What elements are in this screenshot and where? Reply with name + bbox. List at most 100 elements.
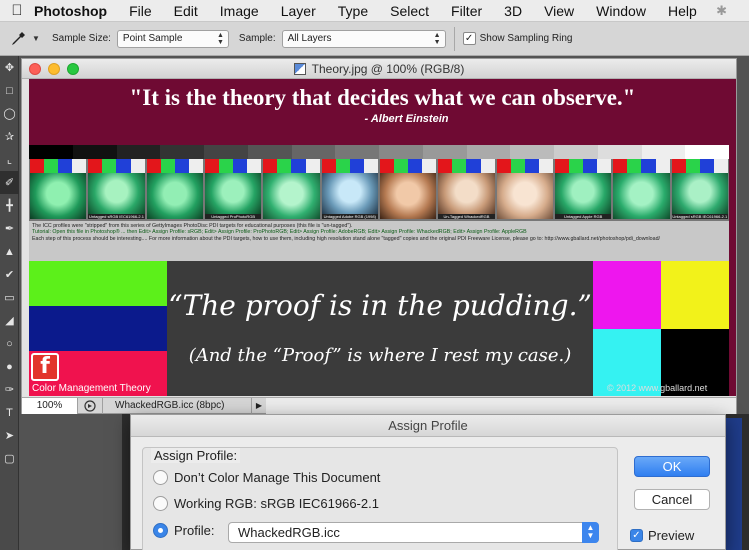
target-caption: The ICC profiles were "stripped" from th… — [29, 221, 729, 261]
menu-view[interactable]: View — [544, 3, 574, 19]
caption-line: Each step of this process should be inte… — [32, 235, 660, 242]
thumbnail-label: Untagged sRGB IEC61966-2.1 — [88, 214, 145, 219]
healing-tool-icon[interactable]: ╋ — [0, 194, 19, 217]
dont-color-manage-radio[interactable] — [153, 470, 168, 485]
show-sampling-ring-checkbox[interactable]: ✓ — [462, 32, 476, 45]
updown-icon: ▲ ▼ — [433, 31, 441, 46]
menu-help[interactable]: Help — [668, 3, 697, 19]
target-thumbnail: Untagged sRGB IEC61966-2.1 — [671, 159, 728, 219]
move-tool-icon[interactable]: ✥ — [0, 56, 19, 79]
document-titlebar[interactable]: Theory.jpg @ 100% (RGB/8) — [22, 59, 736, 79]
menu-3d[interactable]: 3D — [504, 3, 522, 19]
quick-select-tool-icon[interactable]: ✰ — [0, 125, 19, 148]
status-menu-arrow-icon[interactable]: ▶ — [252, 401, 266, 410]
apple-icon[interactable]:  — [0, 2, 34, 19]
target-thumbnail — [496, 159, 553, 219]
preview-option[interactable]: ✓ Preview — [630, 528, 694, 543]
profile-label: Profile: — [174, 523, 215, 538]
menu-image[interactable]: Image — [220, 3, 259, 19]
assign-profile-dialog: Assign Profile Assign Profile: Don’t Col… — [130, 414, 726, 550]
lasso-tool-icon[interactable]: ◯ — [0, 102, 19, 125]
einstein-quote: "It is the theory that decides what we c… — [129, 85, 636, 110]
menu-edit[interactable]: Edit — [174, 3, 198, 19]
eyedropper-tool-icon[interactable]: ✐ — [0, 171, 19, 194]
eraser-tool-icon[interactable]: ▭ — [0, 286, 19, 309]
sample-label: Sample: — [238, 33, 276, 44]
blur-tool-icon[interactable]: ○ — [0, 332, 19, 355]
zoom-window-button[interactable] — [67, 63, 79, 75]
menu-file[interactable]: File — [129, 3, 152, 19]
path-select-tool-icon[interactable]: ➤ — [0, 424, 19, 447]
menu-window[interactable]: Window — [596, 3, 646, 19]
divider — [453, 26, 455, 51]
sample-select[interactable]: All Layers ▲ ▼ — [281, 29, 446, 48]
target-thumbnail — [263, 159, 320, 219]
pudding-quote: “The proof is in the pudding.” — [168, 289, 592, 322]
tool-preset-chevron-down-icon[interactable]: ▼ — [32, 34, 42, 43]
copyright-text: © 2012 www.gballard.net — [607, 383, 708, 393]
minimize-window-button[interactable] — [48, 63, 60, 75]
sample-value: All Layers — [287, 33, 332, 44]
proof-quote: (And the “Proof” is where I rest my case… — [188, 345, 572, 366]
horizontal-scrollbar[interactable] — [266, 397, 736, 414]
grayscale-ramp — [29, 145, 729, 159]
image-canvas[interactable]: "It is the theory that decides what we c… — [29, 79, 736, 396]
target-thumbnail — [613, 159, 670, 219]
preview-label: Preview — [648, 528, 695, 543]
thumbnail-label: Untagged Adobe RGB (1998) — [321, 214, 378, 219]
marquee-tool-icon[interactable]: □ — [0, 79, 19, 102]
pen-tool-icon[interactable]: ✑ — [0, 378, 19, 401]
profile-radio[interactable] — [153, 523, 168, 538]
target-thumbnails: Untagged sRGB IEC61966-2.1 Untagged ProP… — [29, 159, 729, 219]
working-rgb-radio[interactable] — [153, 496, 168, 511]
target-thumbnail: Untagged sRGB IEC61966-2.1 — [88, 159, 145, 219]
pdi-target-strip: Untagged sRGB IEC61966-2.1 Untagged ProP… — [29, 145, 729, 261]
quote-author: - Albert Einstein — [364, 113, 449, 125]
magenta-block — [593, 261, 661, 329]
show-sampling-ring-label: Show Sampling Ring — [479, 33, 573, 44]
preview-checkbox[interactable]: ✓ — [630, 529, 643, 542]
bluetooth-icon[interactable]: ✱ — [716, 3, 727, 19]
gradient-tool-icon[interactable]: ◢ — [0, 309, 19, 332]
share-icon[interactable] — [82, 398, 98, 414]
target-thumbnail — [146, 159, 203, 219]
thumbnail-label: Un-Tagged WhackedRGB — [438, 214, 495, 219]
document-status-bar: 100% WhackedRGB.icc (8bpc) ▶ — [22, 397, 736, 414]
thumbnail-label: Untagged sRGB IEC61966-2.1 — [671, 214, 728, 219]
eyedropper-icon[interactable] — [4, 28, 32, 50]
menu-filter[interactable]: Filter — [451, 3, 482, 19]
dodge-tool-icon[interactable]: ● — [0, 355, 19, 378]
sample-size-label: Sample Size: — [52, 33, 111, 44]
cancel-button[interactable]: Cancel — [634, 489, 710, 510]
zoom-level-field[interactable]: 100% — [22, 397, 78, 414]
crop-tool-icon[interactable]: ⌞ — [0, 148, 19, 171]
dont-color-manage-label: Don’t Color Manage This Document — [174, 470, 381, 485]
shape-tool-icon[interactable]: ▢ — [0, 447, 19, 470]
document-title: Theory.jpg @ 100% (RGB/8) — [311, 61, 465, 76]
menu-select[interactable]: Select — [390, 3, 429, 19]
profile-option[interactable]: Profile: — [153, 523, 214, 538]
menu-layer[interactable]: Layer — [281, 3, 316, 19]
target-thumbnail: Untagged Adobe RGB (1998) — [321, 159, 378, 219]
stamp-tool-icon[interactable]: ▲ — [0, 240, 19, 263]
tools-panel: ✥ □ ◯ ✰ ⌞ ✐ ╋ ✒ ▲ ✔ ▭ ◢ ○ ● ✑ T ➤ ▢ — [0, 56, 19, 550]
type-tool-icon[interactable]: T — [0, 401, 19, 424]
profile-select[interactable]: WhackedRGB.icc ▲ ▼ — [228, 522, 599, 543]
dont-color-manage-option[interactable]: Don’t Color Manage This Document — [153, 470, 380, 485]
app-menu[interactable]: Photoshop — [34, 3, 107, 19]
sample-size-select[interactable]: Point Sample ▲ ▼ — [116, 29, 229, 48]
blue-block — [29, 306, 167, 351]
working-rgb-option[interactable]: Working RGB: sRGB IEC61966-2.1 — [153, 496, 379, 511]
close-window-button[interactable] — [29, 63, 41, 75]
menu-type[interactable]: Type — [338, 3, 368, 19]
green-block — [29, 261, 167, 306]
brush-tool-icon[interactable]: ✒ — [0, 217, 19, 240]
thumbnail-label: Untagged ProPhotoRGB — [204, 214, 262, 219]
group-label: Assign Profile: — [151, 448, 241, 463]
history-brush-tool-icon[interactable]: ✔ — [0, 263, 19, 286]
facebook-icon[interactable]: f — [31, 353, 59, 381]
menu-bar:  Photoshop File Edit Image Layer Type S… — [0, 0, 749, 22]
ok-button[interactable]: OK — [634, 456, 710, 477]
options-bar: ▼ Sample Size: Point Sample ▲ ▼ Sample: A… — [0, 22, 749, 56]
color-management-theory-label: Color Management Theory — [32, 383, 151, 394]
